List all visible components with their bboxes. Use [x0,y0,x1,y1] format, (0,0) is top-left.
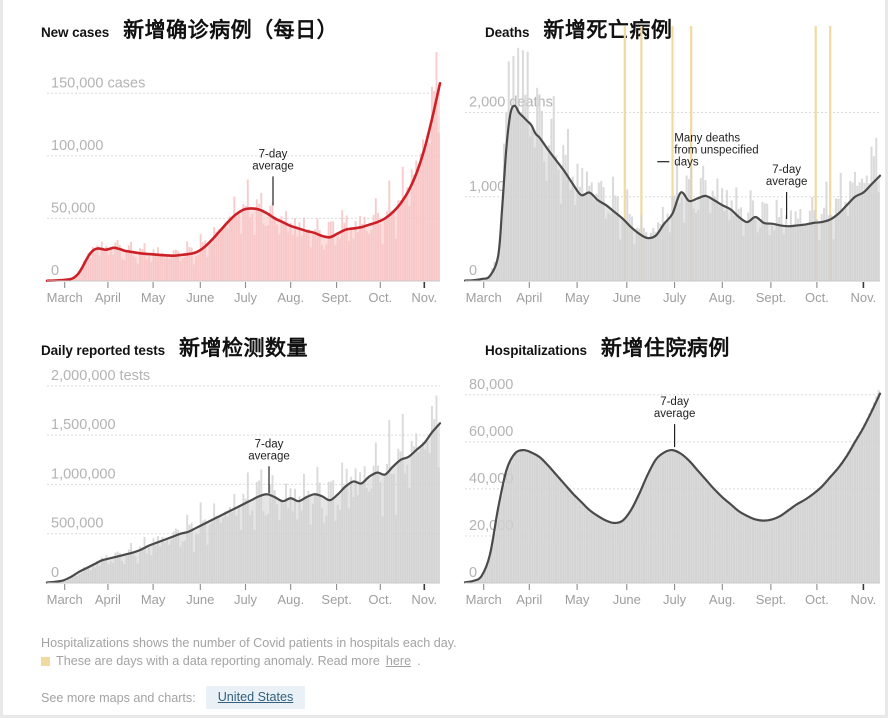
read-more-here-link[interactable]: here [386,654,411,668]
svg-text:May: May [565,592,590,607]
svg-text:May: May [141,592,166,607]
svg-text:April: April [95,290,121,305]
footer-note-anomaly-text: These are days with a data reporting ano… [56,654,380,668]
svg-text:500,000: 500,000 [51,516,103,532]
svg-text:7-day: 7-day [259,148,288,160]
svg-text:June: June [186,592,214,607]
svg-text:March: March [466,592,502,607]
svg-text:Many deaths: Many deaths [674,133,740,145]
svg-text:0: 0 [51,565,59,581]
svg-text:days: days [674,157,699,169]
charts-grid: New cases 新增确诊病例（每日） 0 50,000 100,000 150,0… [3,0,888,636]
svg-text:2,000,000 tests: 2,000,000 tests [51,368,150,384]
svg-text:average: average [248,450,290,462]
svg-text:May: May [141,290,166,305]
covid-charts-page: New cases 新增确诊病例（每日） 0 50,000 100,000 150,0… [0,0,888,718]
svg-text:Oct.: Oct. [368,592,392,607]
chart-tests-svg: 0 500,000 1,000,000 1,500,000 2,000,000 test… [45,368,442,607]
panel-daily-reported-tests: Daily reported tests 新增检测数量 0 500,000 1,00… [3,318,447,636]
svg-text:average: average [654,408,696,420]
panel-deaths: Deaths 新增死亡病例 0 1,000 2,000 deaths March Apr… [447,0,888,318]
svg-text:March: March [47,592,83,607]
region-button-united-states[interactable]: United States [205,686,306,709]
svg-text:average: average [252,160,294,172]
chart-deaths[interactable]: 0 1,000 2,000 deaths March April May June July A… [447,0,888,318]
svg-text:Nov.: Nov. [411,290,437,305]
svg-text:0: 0 [51,263,59,279]
svg-text:May: May [565,290,590,305]
chart-daily-reported-tests[interactable]: 0 500,000 1,000,000 1,500,000 2,000,000 test… [3,318,447,636]
svg-text:0: 0 [469,263,477,279]
svg-text:July: July [663,592,687,607]
svg-text:April: April [516,592,542,607]
svg-text:Oct.: Oct. [805,592,829,607]
svg-text:100,000: 100,000 [51,138,103,154]
svg-text:1,500,000: 1,500,000 [51,417,116,433]
chart-hospitalizations-svg: 020,00040,00060,00080,000March April May Ju… [463,377,882,607]
svg-text:July: July [663,290,687,305]
svg-text:March: March [466,290,502,305]
anomaly-swatch-icon [41,656,50,666]
chart-hospitalizations[interactable]: 0 20,000 40,000 60,000 80,000 March April May Ju… [447,318,888,636]
svg-text:average: average [766,176,808,188]
svg-text:1,000,000: 1,000,000 [51,466,116,482]
svg-text:150,000 cases: 150,000 cases [51,75,145,91]
svg-text:Aug.: Aug. [709,592,736,607]
svg-text:from unspecified: from unspecified [674,145,758,157]
svg-text:June: June [613,592,641,607]
svg-text:June: June [613,290,641,305]
footer-see-more: See more maps and charts: United States [41,686,306,709]
footer-note-anomaly: These are days with a data reporting ano… [41,654,421,668]
svg-text:7-day: 7-day [772,164,801,176]
svg-text:Sept.: Sept. [321,592,351,607]
svg-text:Oct.: Oct. [805,290,829,305]
panel-hospitalizations: Hospitalizations 新增住院病例 0 20,000 40,000 60,… [447,318,888,636]
svg-text:60,000: 60,000 [469,424,513,440]
footer-note-hospitalizations: Hospitalizations shows the number of Cov… [41,636,457,650]
svg-text:June: June [186,290,214,305]
svg-text:7-day: 7-day [660,396,689,408]
chart-new-cases[interactable]: 0 50,000 100,000 150,000 cases March April May… [3,0,447,318]
svg-text:Nov.: Nov. [411,592,437,607]
svg-text:Nov.: Nov. [851,592,877,607]
see-more-label: See more maps and charts: [41,690,196,705]
svg-text:Aug.: Aug. [277,290,304,305]
svg-text:Oct.: Oct. [368,290,392,305]
svg-text:7-day: 7-day [255,438,284,450]
svg-text:50,000: 50,000 [51,200,95,216]
footer-note-anomaly-period: . [417,654,421,668]
svg-text:July: July [234,290,258,305]
chart-new-cases-svg: 0 50,000 100,000 150,000 cases March April May… [45,51,442,305]
svg-text:1,000: 1,000 [469,179,505,195]
svg-text:Sept.: Sept. [321,290,351,305]
chart-deaths-svg: 01,0002,000 deathsMarch April May June July A… [463,26,882,305]
svg-text:Sept.: Sept. [756,290,786,305]
panel-new-cases: New cases 新增确诊病例（每日） 0 50,000 100,000 150,0… [3,0,447,318]
svg-text:Aug.: Aug. [709,290,736,305]
svg-text:0: 0 [469,565,477,581]
svg-text:March: March [47,290,83,305]
svg-text:Nov.: Nov. [851,290,877,305]
svg-text:Sept.: Sept. [756,592,786,607]
svg-text:80,000: 80,000 [469,377,513,393]
svg-text:July: July [234,592,258,607]
svg-text:April: April [516,290,542,305]
svg-text:April: April [95,592,121,607]
svg-text:Aug.: Aug. [277,592,304,607]
